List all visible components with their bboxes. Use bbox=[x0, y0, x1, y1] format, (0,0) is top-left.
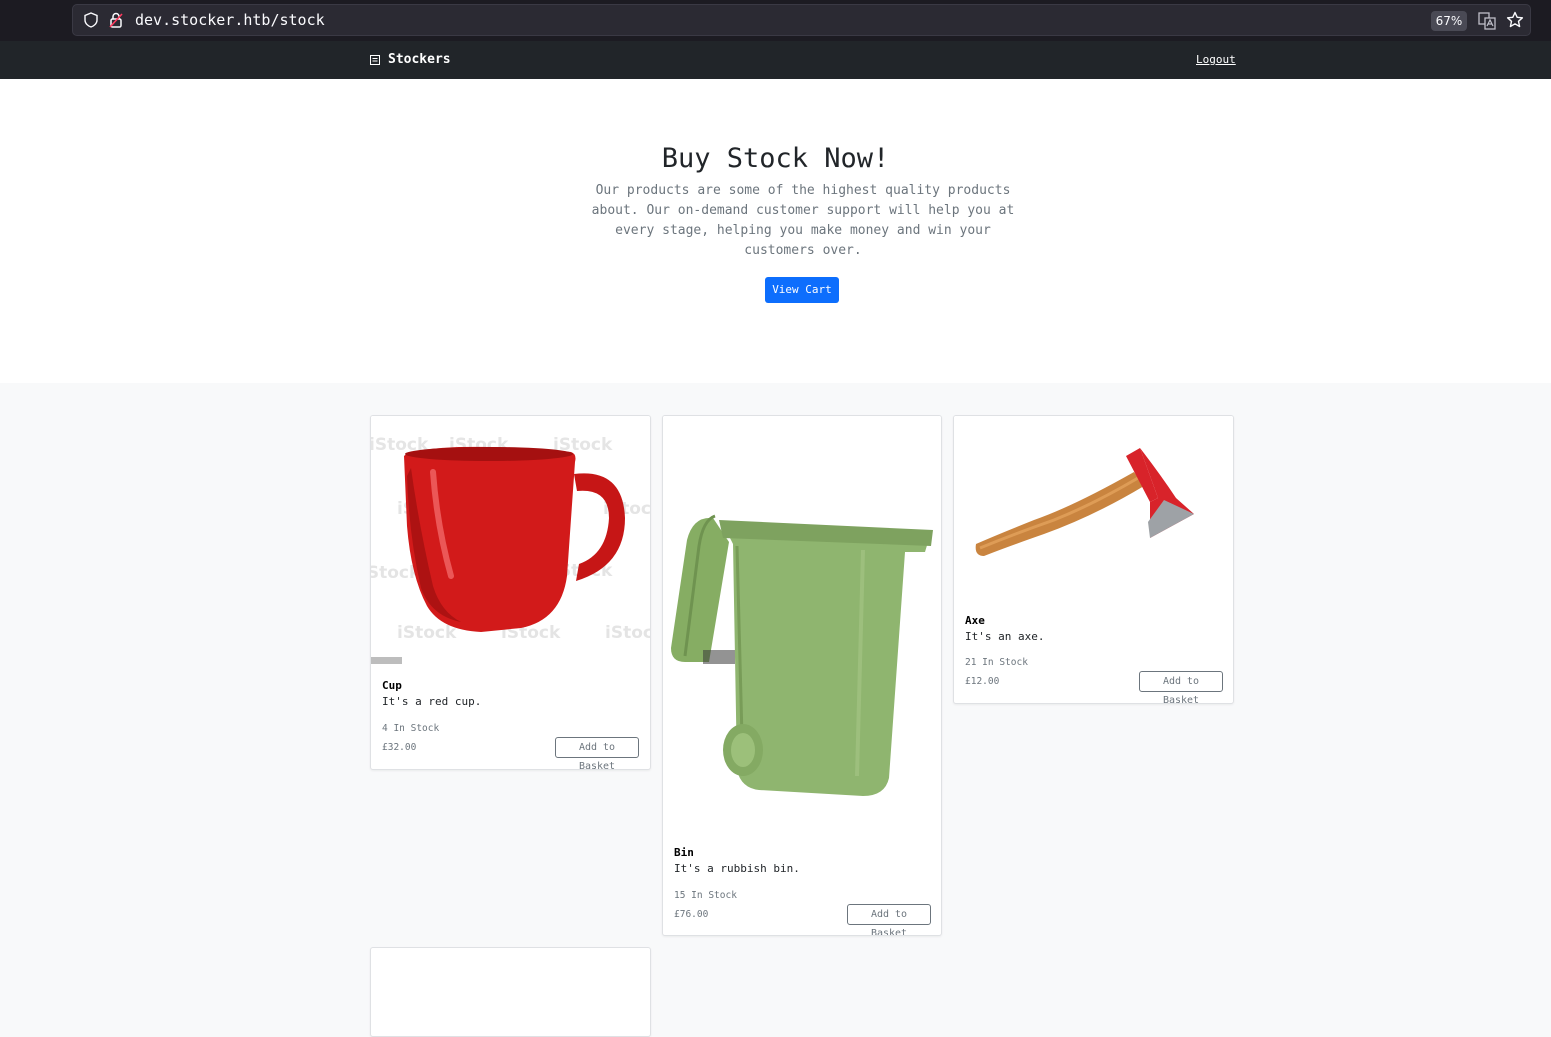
shield-icon[interactable] bbox=[83, 12, 99, 28]
product-description: It's a rubbish bin. bbox=[674, 862, 800, 875]
browser-toolbar: dev.stocker.htb/stock 67% bbox=[0, 0, 1551, 41]
product-price: £32.00 bbox=[382, 742, 417, 753]
box-icon bbox=[370, 54, 380, 65]
address-bar[interactable]: dev.stocker.htb/stock 67% bbox=[72, 4, 1531, 36]
product-stock: 4 In Stock bbox=[382, 723, 440, 734]
watermark-text: iStock bbox=[397, 623, 457, 643]
zoom-level-badge[interactable]: 67% bbox=[1431, 11, 1467, 31]
translate-icon[interactable] bbox=[1478, 12, 1496, 30]
product-card-cup: iStock iStock iStock iStock iStock iStoc… bbox=[370, 415, 651, 770]
product-name: Cup bbox=[382, 679, 402, 692]
bookmark-star-icon[interactable] bbox=[1506, 11, 1524, 29]
product-description: It's an axe. bbox=[965, 630, 1045, 643]
product-image-axe bbox=[954, 416, 1233, 606]
url-text[interactable]: dev.stocker.htb/stock bbox=[135, 11, 325, 29]
product-price: £76.00 bbox=[674, 909, 709, 920]
product-description: It's a red cup. bbox=[382, 695, 482, 708]
product-image-cup: iStock iStock iStock iStock iStock iStoc… bbox=[371, 416, 651, 668]
hero-description: Our products are some of the highest qua… bbox=[591, 183, 1015, 258]
product-stock: 15 In Stock bbox=[674, 890, 737, 901]
hero-section: Buy Stock Now! Our products are some of … bbox=[0, 79, 1551, 383]
product-price: £12.00 bbox=[965, 676, 1000, 687]
page-title: Buy Stock Now! bbox=[661, 143, 890, 174]
product-stock: 21 In Stock bbox=[965, 657, 1028, 668]
lock-insecure-icon[interactable] bbox=[109, 12, 123, 28]
site-navbar: Stockers Logout bbox=[0, 41, 1551, 79]
product-name: Axe bbox=[965, 614, 985, 627]
add-to-basket-button[interactable]: Add to Basket bbox=[1139, 671, 1223, 703]
logout-link[interactable]: Logout bbox=[1196, 53, 1236, 66]
product-name: Bin bbox=[674, 846, 694, 859]
add-to-basket-button[interactable]: Add to Basket bbox=[847, 904, 931, 935]
view-cart-button[interactable]: View Cart bbox=[765, 277, 839, 303]
product-card-partial bbox=[370, 947, 651, 1037]
add-to-basket-button[interactable]: Add to Basket bbox=[555, 737, 639, 769]
product-card-bin: Bin It's a rubbish bin. 15 In Stock £76.… bbox=[662, 415, 942, 936]
brand-name: Stockers bbox=[388, 52, 451, 67]
brand-link[interactable]: Stockers bbox=[370, 52, 451, 67]
watermark-text: iStock bbox=[605, 623, 651, 643]
product-image-bin bbox=[663, 416, 941, 836]
product-card-axe: Axe It's an axe. 21 In Stock £12.00 Add … bbox=[953, 415, 1234, 704]
